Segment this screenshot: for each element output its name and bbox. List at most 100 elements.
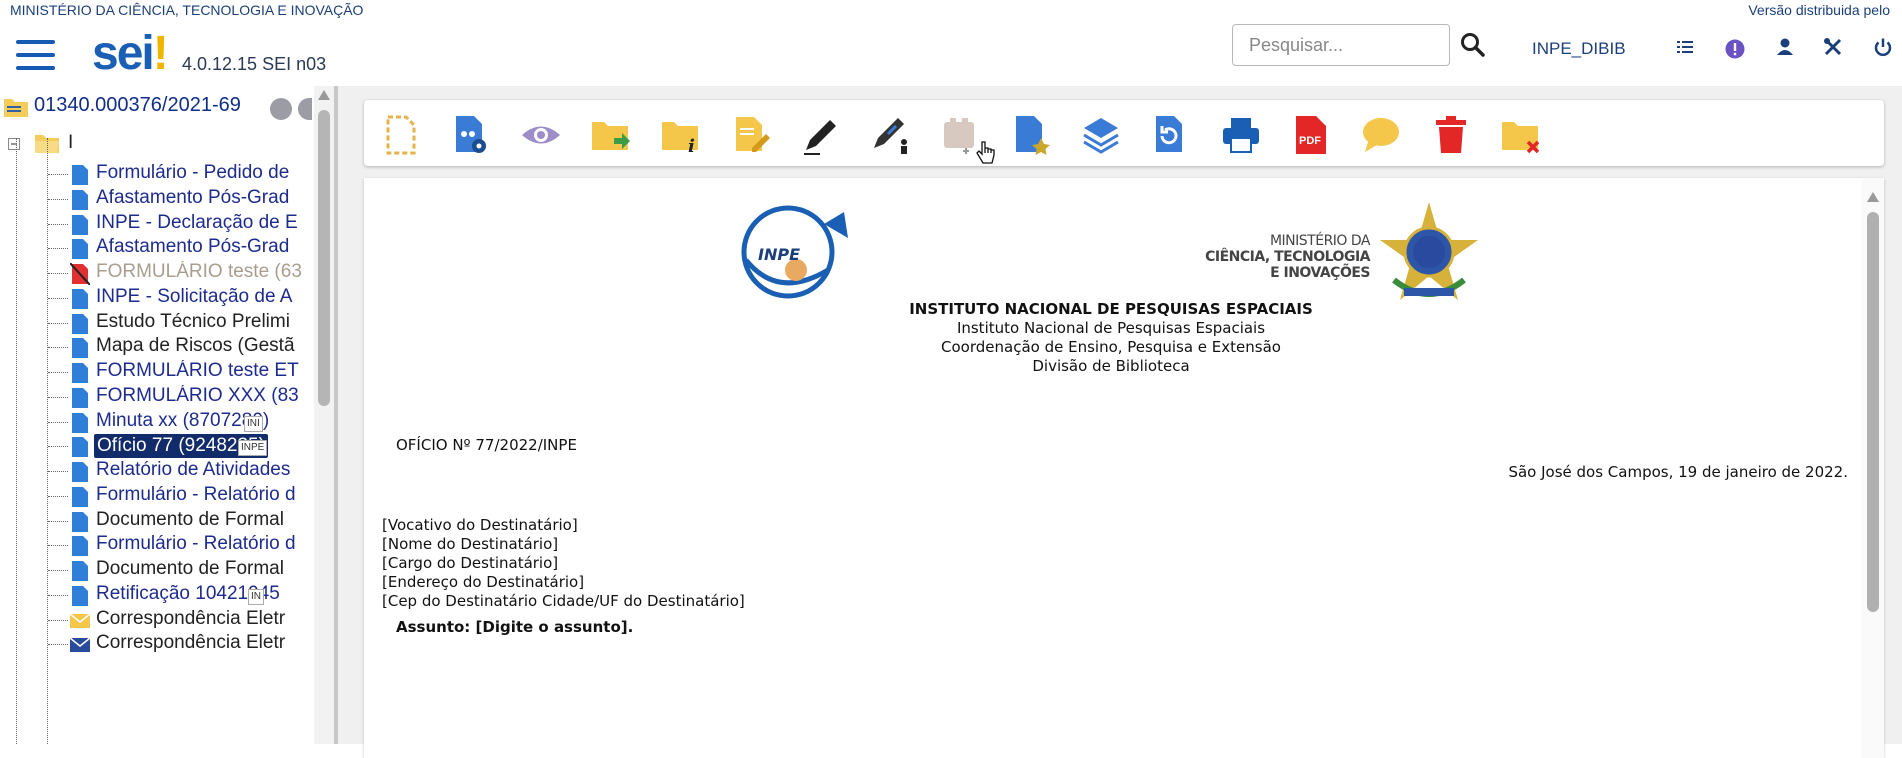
hand-cursor-icon (976, 141, 995, 164)
tree-item-label[interactable]: FORMULÁRIO XXX (83 (96, 385, 334, 407)
info-icon[interactable] (1724, 38, 1746, 60)
unit-badge: IN (248, 588, 264, 605)
folder-label[interactable]: I (68, 132, 73, 154)
ministerio-label: MINISTÉRIO DA CIÊNCIA, TECNOLOGIA E INOV… (1164, 233, 1370, 281)
recipient-line: [Cep do Destinatário Cidade/UF do Destin… (382, 592, 745, 610)
tree-item-label[interactable]: Retificação 10421945 (96, 583, 334, 605)
scroll-thumb[interactable] (318, 110, 330, 406)
document-icon (72, 165, 88, 185)
comment-icon[interactable] (1360, 114, 1402, 156)
document-icon (72, 239, 88, 260)
document-icon (72, 486, 88, 507)
institute-heading: INSTITUTO NACIONAL DE PESQUISAS ESPACIAI… (909, 300, 1313, 318)
tree-item-label[interactable]: Formulário - Relatório d (96, 484, 334, 506)
logo-text: sei (92, 27, 155, 80)
folder-remove-icon[interactable] (1500, 114, 1542, 156)
division-name: Divisão de Biblioteca (1032, 357, 1190, 375)
folder-info-icon[interactable]: i (660, 114, 702, 156)
move-folder-icon[interactable] (590, 114, 632, 156)
unit-selector[interactable]: INPE_DIBIB (1532, 39, 1626, 59)
tree-item-label[interactable]: Mapa de Riscos (Gestã (96, 335, 334, 357)
tree-scrollbar[interactable] (314, 86, 334, 744)
tree-item[interactable]: Correspondência Eletr (48, 630, 318, 660)
document-icon (72, 511, 88, 532)
document-scrollbar[interactable] (1862, 178, 1884, 758)
ministerio-line3: E INOVAÇÕES (1270, 265, 1370, 281)
document-icon (72, 363, 88, 383)
recipient-line: [Cargo do Destinatário] (382, 554, 559, 572)
process-action-icon[interactable] (298, 98, 312, 120)
sei-logo[interactable]: sei! (92, 26, 169, 81)
tree-item-label[interactable]: Correspondência Eletr (96, 632, 334, 654)
tree-item-label[interactable]: INPE - Solicitação de A (96, 286, 334, 308)
scroll-up-icon[interactable] (318, 90, 330, 100)
scroll-thumb[interactable] (1867, 212, 1879, 612)
document-icon (72, 189, 88, 210)
tools-icon[interactable] (1822, 36, 1844, 58)
power-icon[interactable] (1872, 36, 1894, 58)
open-folder-icon (4, 99, 28, 117)
process-number[interactable]: 01340.000376/2021-69 (34, 94, 241, 117)
document-icon (72, 561, 88, 581)
document-icon (72, 387, 88, 408)
document-settings-icon[interactable] (450, 114, 492, 156)
print-icon[interactable] (1220, 114, 1262, 156)
layers-icon[interactable] (1080, 114, 1122, 156)
delete-icon[interactable] (1430, 114, 1472, 156)
tree-item-label[interactable]: Formulário - Relatório d (96, 533, 334, 555)
document-toolbar: i PDF (364, 100, 1884, 166)
refresh-document-icon[interactable] (1150, 114, 1192, 156)
coat-of-arms-icon (1380, 202, 1478, 300)
document-icon (72, 338, 88, 359)
envelope-icon (70, 637, 90, 653)
document-icon (72, 462, 88, 482)
tree-item-label[interactable]: INPE - Declaração de E (96, 212, 334, 234)
document-icon (72, 214, 88, 235)
tree-item-label[interactable]: Afastamento Pós-Grad (96, 236, 334, 258)
document-icon (72, 585, 88, 606)
tree-item-label[interactable]: FORMULÁRIO teste (63 (96, 261, 334, 283)
fast-forward-icon[interactable] (270, 98, 292, 120)
user-icon[interactable] (1774, 36, 1796, 58)
tree-item-label[interactable]: Relatório de Atividades (96, 459, 334, 481)
document-viewer: INPE MINISTÉRIO DA CIÊNCIA, TECNOLOGIA E… (364, 178, 1884, 758)
tree-item-label[interactable]: FORMULÁRIO teste ET (96, 360, 334, 382)
search-input[interactable] (1232, 24, 1450, 66)
edit-document-icon[interactable] (730, 114, 772, 156)
favorite-document-icon[interactable] (1010, 114, 1052, 156)
scroll-up-icon[interactable] (1867, 192, 1879, 202)
list-icon[interactable] (1674, 36, 1696, 58)
process-row[interactable]: 01340.000376/2021-69 (0, 86, 334, 126)
cancelled-document-icon (70, 263, 90, 285)
tree-item-label[interactable]: Estudo Técnico Prelimi (96, 311, 334, 333)
svg-text:i: i (688, 136, 695, 156)
unit-badge: INPE (238, 440, 268, 457)
new-document-icon[interactable] (380, 114, 422, 156)
tree-item-label[interactable]: Correspondência Eletr (96, 608, 334, 630)
system-version: 4.0.12.15 SEI n03 (182, 54, 327, 74)
coordination-name: Coordenação de Ensino, Pesquisa e Extens… (941, 338, 1281, 356)
envelope-open-icon (70, 612, 90, 628)
date-line: São José dos Campos, 19 de janeiro de 20… (1508, 463, 1848, 481)
view-icon[interactable] (520, 114, 562, 156)
sign-block-icon[interactable] (870, 114, 912, 156)
top-header: MINISTÉRIO DA CIÊNCIA, TECNOLOGIA E INOV… (0, 0, 1902, 86)
menu-icon[interactable] (16, 40, 55, 70)
tree-item-label[interactable]: Minuta xx (8707280) (96, 410, 334, 432)
oficio-number: OFÍCIO Nº 77/2022/INPE (396, 436, 577, 454)
tree-item-label[interactable]: Documento de Formal (96, 558, 334, 580)
tree-item-label[interactable]: Documento de Formal (96, 509, 334, 531)
inpe-logo: INPE (741, 205, 848, 299)
sign-icon[interactable] (800, 114, 842, 156)
search-icon[interactable] (1460, 32, 1486, 58)
version-notice: Versão distribuida pelo (1748, 2, 1890, 18)
collapse-icon[interactable] (8, 138, 20, 150)
tree-item-label[interactable]: Formulário - Pedido de (96, 162, 334, 184)
ministry-name: MINISTÉRIO DA CIÊNCIA, TECNOLOGIA E INOV… (10, 2, 364, 18)
content-panel: i PDF INPE MINISTÉRIO DA CIÊNCIA, TECNOL… (338, 86, 1902, 758)
document-icon (72, 313, 88, 334)
tree-item-label[interactable]: Afastamento Pós-Grad (96, 187, 334, 209)
ministerio-line1: MINISTÉRIO DA (1269, 233, 1371, 249)
logo-bang: ! (152, 27, 169, 80)
pdf-icon[interactable]: PDF (1290, 114, 1332, 156)
